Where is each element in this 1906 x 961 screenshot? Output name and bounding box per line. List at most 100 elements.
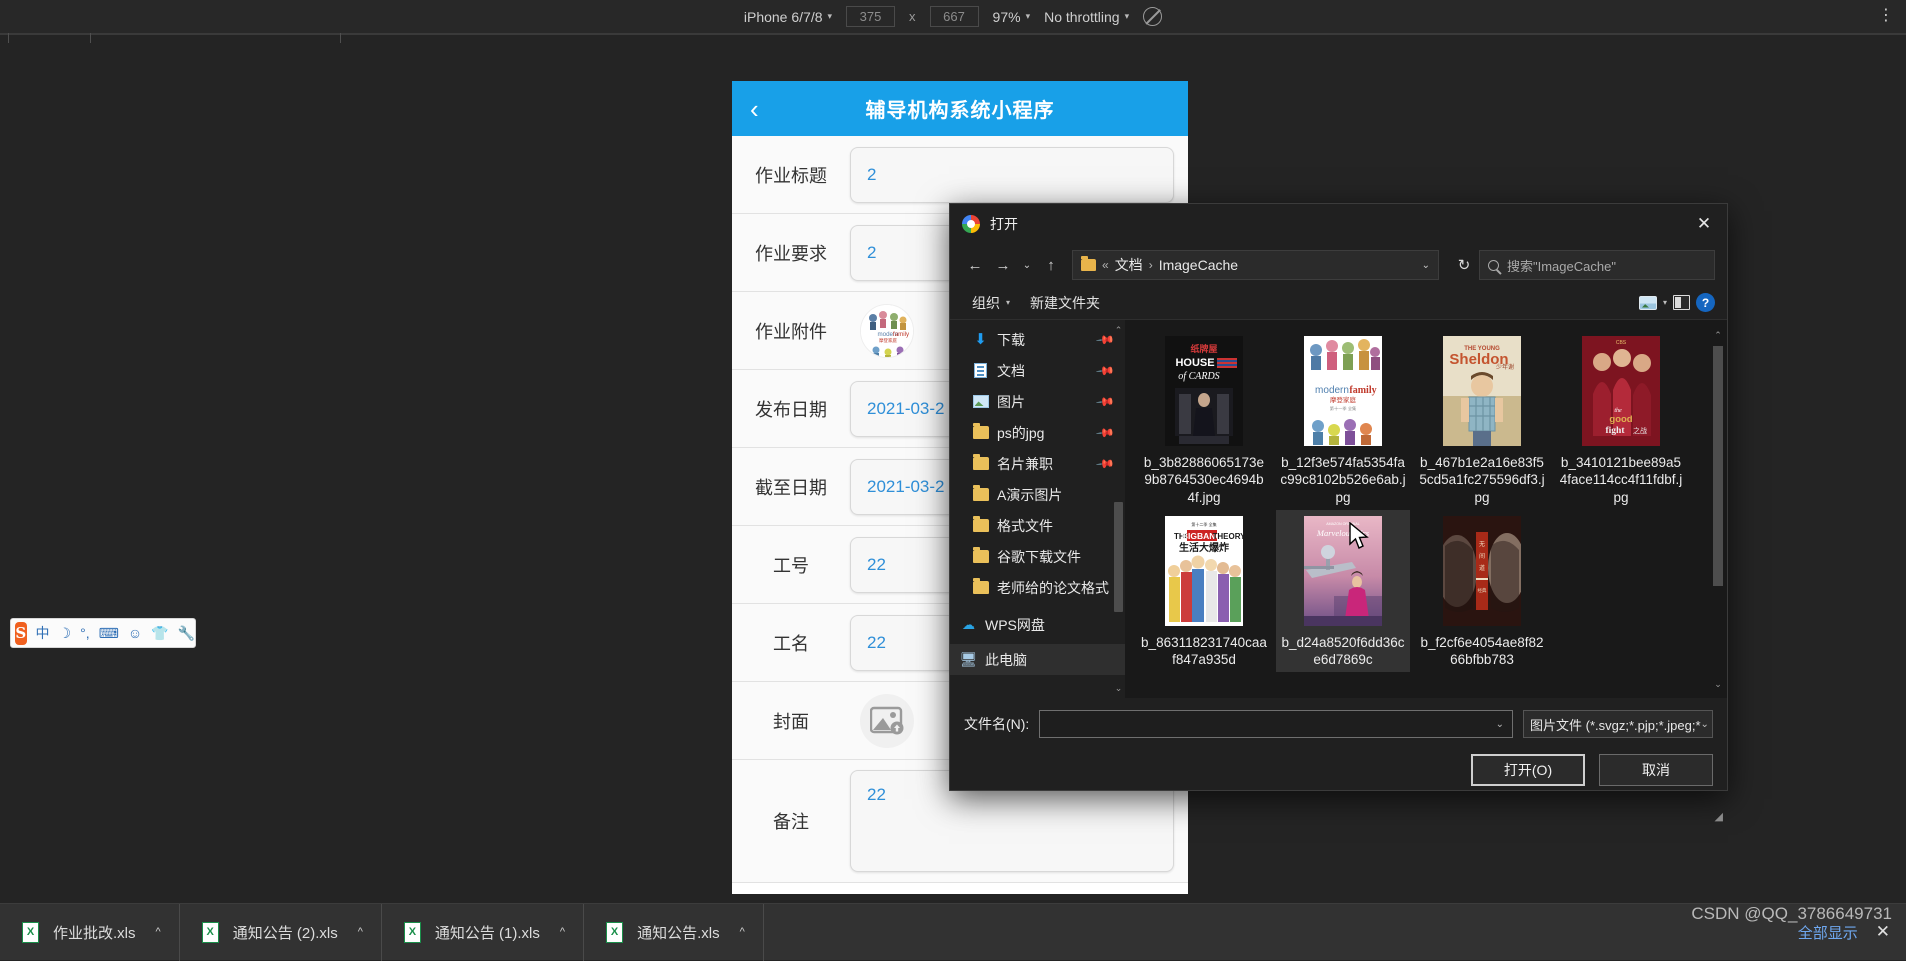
chevron-down-icon[interactable]: ▾	[1663, 298, 1667, 307]
file-item[interactable]: 无 间 道 经典 b_f2cf6e4054ae8f8266bfbb783	[1415, 510, 1549, 673]
download-item[interactable]: 作业批改.xls ^	[0, 903, 180, 961]
file-type-filter-value: 图片文件 (*.svgz;*.pjp;*.jpeg;*	[1530, 717, 1701, 733]
new-folder-button[interactable]: 新建文件夹	[1020, 290, 1110, 316]
scroll-up-icon[interactable]: ⌃	[1114, 324, 1123, 336]
file-item[interactable]: AMAZON ORIGINAL Marvelous Mrs b_d24a8520…	[1276, 509, 1410, 673]
sidebar-item-google-downloads[interactable]: 谷歌下载文件	[950, 541, 1125, 572]
keyboard-icon[interactable]: ⌨	[99, 625, 119, 642]
attachment-thumbnail[interactable]: modern family 摩登家庭	[860, 303, 914, 358]
zoom-selector[interactable]: 97% ▾	[993, 9, 1031, 25]
sidebar-item-pictures[interactable]: 图片 📌	[950, 386, 1125, 417]
breadcrumb-imagecache[interactable]: ImageCache	[1159, 257, 1238, 273]
download-item[interactable]: 通知公告 (2).xls ^	[180, 903, 382, 961]
view-mode-icon[interactable]	[1638, 295, 1657, 310]
preview-pane-icon[interactable]	[1673, 295, 1690, 310]
download-item[interactable]: 通知公告 (1).xls ^	[382, 903, 585, 961]
pin-icon[interactable]: 📌	[1095, 329, 1115, 349]
scroll-down-icon[interactable]: ⌄	[1114, 682, 1123, 694]
svg-text:THEORY: THEORY	[1212, 532, 1243, 541]
file-name: b_3410121bee89a54face114cc4f11fdbf.jpg	[1559, 455, 1683, 505]
address-bar[interactable]: « 文档 › ImageCache ⌄	[1072, 250, 1439, 280]
scrollbar-thumb[interactable]	[1713, 346, 1723, 586]
pin-icon[interactable]: 📌	[1095, 360, 1115, 380]
device-selector[interactable]: iPhone 6/7/8 ▾	[744, 9, 832, 25]
resize-grip-icon[interactable]: ◢	[1715, 810, 1723, 823]
file-item[interactable]: 第十二季 全集 THE BIGBANG THEORY 生活大爆炸 b_86311…	[1137, 510, 1271, 673]
language-mode-icon[interactable]: 中	[36, 623, 50, 643]
devtools-more-options-button[interactable]: ⋮	[1878, 8, 1894, 24]
file-type-filter-select[interactable]: 图片文件 (*.svgz;*.pjp;*.jpeg;* ⌄	[1523, 710, 1713, 738]
viewport-ruler	[0, 33, 1906, 35]
svg-text:经典: 经典	[1478, 587, 1487, 594]
tools-icon[interactable]: 🔧	[178, 625, 195, 642]
up-icon[interactable]: ↑	[1038, 252, 1064, 278]
sidebar-item-label: WPS网盘	[985, 616, 1045, 633]
sidebar-item-documents[interactable]: 文档 📌	[950, 355, 1125, 386]
folder-icon	[972, 454, 989, 471]
viewport-height-input[interactable]: 667	[929, 6, 979, 27]
sidebar-scrollbar[interactable]: ⌃ ⌄	[1114, 324, 1123, 694]
file-item[interactable]: modern family 摩登家庭 第十一季 全集 b_12f3e574fa5…	[1276, 330, 1410, 510]
scrollbar-thumb[interactable]	[1114, 502, 1123, 612]
sidebar-item-this-pc[interactable]: 🖥 此电脑	[950, 644, 1125, 675]
throttling-selector[interactable]: No throttling ▾	[1044, 9, 1129, 25]
file-item[interactable]: THE YOUNG Sheldon 少年谢 b_467b1e2a16e83f55…	[1415, 330, 1549, 510]
pin-icon[interactable]: 📌	[1095, 422, 1115, 442]
dialog-footer: 文件名(N): ⌄ 图片文件 (*.svgz;*.pjp;*.jpeg;* ⌄ …	[950, 698, 1727, 826]
refresh-icon[interactable]: ↻	[1451, 252, 1477, 278]
help-icon[interactable]: ?	[1696, 293, 1715, 312]
scroll-up-icon[interactable]: ⌃	[1713, 330, 1723, 341]
file-item[interactable]: CBS the good fight 之战 b_3410121bee89a54f…	[1554, 330, 1688, 510]
close-icon[interactable]: ✕	[1681, 204, 1727, 244]
field-input-title[interactable]: 2	[850, 146, 1174, 203]
chevron-down-icon[interactable]: ⌄	[1496, 719, 1504, 730]
chevron-up-icon[interactable]: ^	[560, 926, 565, 938]
filename-input[interactable]: ⌄	[1039, 710, 1513, 738]
no-network-icon[interactable]	[1143, 7, 1163, 26]
skin-icon[interactable]: 👕	[151, 625, 168, 642]
scroll-down-icon[interactable]: ⌄	[1713, 679, 1723, 690]
search-input[interactable]: 搜索"ImageCache"	[1479, 250, 1715, 280]
forward-icon[interactable]: →	[990, 252, 1016, 278]
download-item[interactable]: 通知公告.xls ^	[584, 903, 764, 961]
pin-icon[interactable]: 📌	[1095, 453, 1115, 473]
chevron-down-icon[interactable]: ⌄	[1422, 260, 1430, 271]
sidebar-item-ps-jpg[interactable]: ps的jpg 📌	[950, 417, 1125, 448]
sidebar-item-wps-cloud[interactable]: ☁ WPS网盘	[950, 609, 1125, 640]
show-all-downloads-link[interactable]: 全部显示	[1798, 922, 1858, 943]
sidebar-item-downloads[interactable]: ⬇ 下载 📌	[950, 324, 1125, 355]
organize-button[interactable]: 组织 ▾	[962, 290, 1020, 316]
sidebar-item-label: 格式文件	[997, 517, 1053, 534]
cancel-button[interactable]: 取消	[1599, 754, 1713, 786]
file-name: b_d24a8520f6dd36ce6d7869c	[1281, 634, 1405, 668]
chevron-up-icon[interactable]: ^	[156, 926, 161, 938]
pin-icon[interactable]: 📌	[1095, 391, 1115, 411]
house-of-cards-thumbnail: 纸牌屋 HOUSE of CARDS	[1165, 336, 1243, 446]
file-item[interactable]: 纸牌屋 HOUSE of CARDS b_3b82886065173e9b876…	[1137, 330, 1271, 510]
ruler-tick	[340, 33, 341, 43]
back-icon[interactable]: ←	[962, 252, 988, 278]
dialog-navigation-bar: ← → ⌄ ↑ « 文档 › ImageCache ⌄ ↻ 搜索"ImageCa…	[950, 244, 1727, 286]
computer-icon: 🖥	[959, 651, 978, 667]
punctuation-icon[interactable]: °,	[80, 625, 90, 641]
viewport-width-input[interactable]: 375	[846, 6, 896, 27]
recent-locations-icon[interactable]: ⌄	[1018, 252, 1036, 278]
file-list-pane[interactable]: 纸牌屋 HOUSE of CARDS b_3b82886065173e9b876…	[1125, 320, 1727, 698]
pictures-icon	[972, 394, 989, 409]
breadcrumb-documents[interactable]: 文档	[1115, 255, 1143, 275]
sidebar-item-mingpian[interactable]: 名片兼职 📌	[950, 448, 1125, 479]
sogou-logo-icon[interactable]: S	[15, 621, 27, 645]
open-button[interactable]: 打开(O)	[1471, 754, 1585, 786]
sidebar-item-demo-pictures[interactable]: A演示图片	[950, 479, 1125, 510]
user-icon[interactable]: ☺	[128, 625, 142, 641]
file-list-scrollbar[interactable]: ⌃ ⌄	[1713, 330, 1723, 690]
sidebar-item-format-files[interactable]: 格式文件	[950, 510, 1125, 541]
chevron-up-icon[interactable]: ^	[740, 926, 745, 938]
moon-icon[interactable]: ☽	[59, 625, 72, 642]
close-icon[interactable]: ✕	[1876, 922, 1890, 942]
cover-upload-button[interactable]	[860, 693, 914, 748]
chevron-up-icon[interactable]: ^	[358, 926, 363, 938]
sidebar-item-thesis-format[interactable]: 老师给的论文格式	[950, 572, 1125, 603]
svg-text:fight: fight	[1606, 426, 1626, 436]
page-title: 辅导机构系统小程序	[865, 100, 1055, 122]
